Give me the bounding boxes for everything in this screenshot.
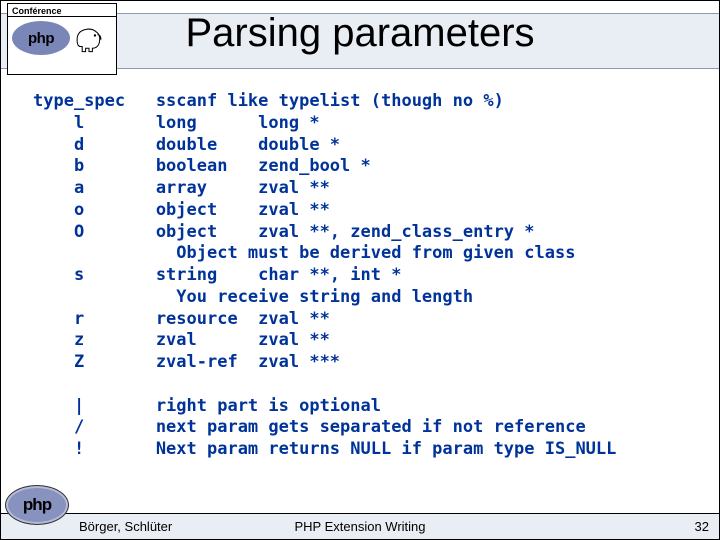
conference-label: Conférence [8,4,116,17]
php-footer-icon: php [5,485,71,535]
footer-title: PHP Extension Writing [1,519,719,534]
elephant-icon [72,21,106,55]
footer: Börger, Schlüter PHP Extension Writing 3… [1,513,719,539]
php-oval-icon: php [12,21,70,55]
php-oval-large: php [5,485,69,525]
slide: Conférence php Parsing parameters type_s… [0,0,720,540]
content-block: type_spec sscanf like typelist (though n… [33,91,699,461]
page-number: 32 [695,519,709,534]
conference-logo: Conférence php [7,3,117,75]
php-logo-row: php [8,17,116,59]
